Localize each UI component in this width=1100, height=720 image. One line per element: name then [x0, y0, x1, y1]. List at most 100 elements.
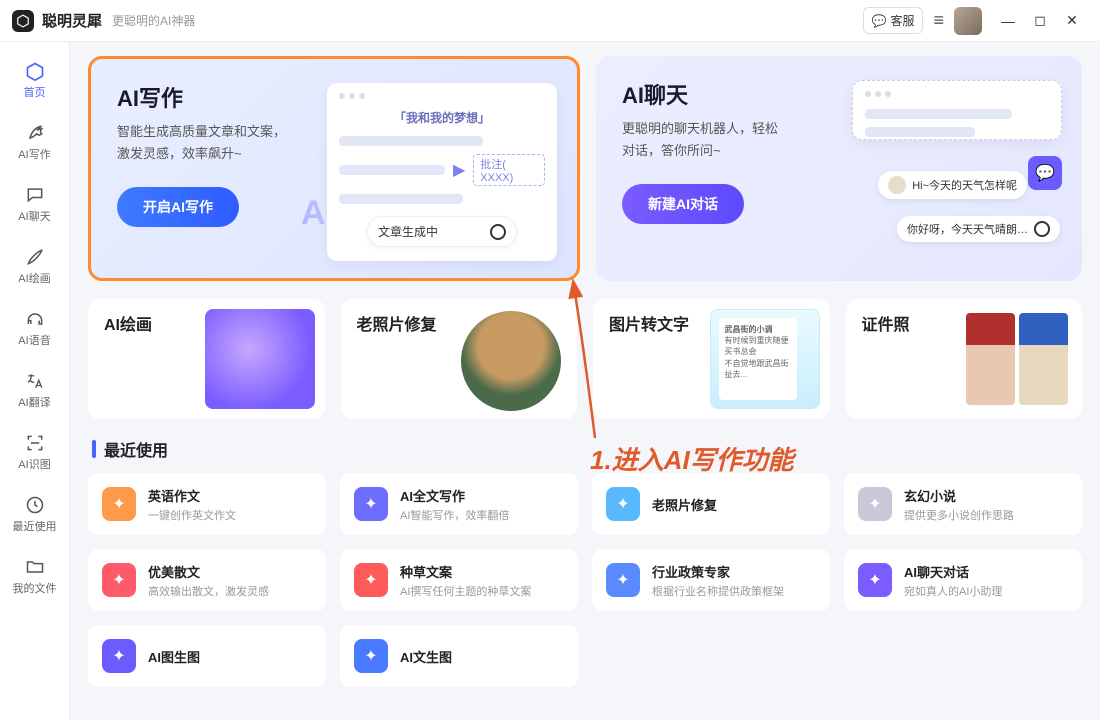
- bubble-text: Hi~今天的天气怎样呢: [912, 177, 1017, 193]
- clock-icon: [24, 494, 46, 516]
- tool-subtitle: AI智能写作，效率翻倍: [400, 507, 509, 523]
- preview-title: 「我和我的梦想」: [327, 107, 557, 132]
- sidebar-item-chat[interactable]: AI聊天: [8, 176, 62, 232]
- sidebar-item-label: AI绘画: [18, 270, 50, 286]
- tool-card[interactable]: ✦ 玄幻小说 提供更多小说创作思路: [844, 473, 1082, 535]
- scan-icon: [24, 432, 46, 454]
- chat-bubble: 你好呀，今天天气晴朗…: [897, 216, 1060, 242]
- tool-title: AI图生图: [148, 647, 200, 666]
- chat-icon: 💬: [1028, 156, 1062, 190]
- tool-subtitle: 一键创作英文作文: [148, 507, 236, 523]
- bubble-text: 你好呀，今天天气晴朗…: [907, 221, 1028, 237]
- feature-thumb: 武昌街的小调有时候到重庆随便买书总会不自觉地跟武昌街扯去...: [710, 309, 820, 409]
- gen-status-label: 文章生成中: [378, 223, 438, 240]
- tool-card[interactable]: ✦ 优美散文 高效输出散文，激发灵感: [88, 549, 326, 611]
- feature-card-photo-restore[interactable]: 老照片修复: [341, 299, 578, 419]
- tool-icon: ✦: [354, 563, 388, 597]
- feather-icon: [24, 122, 46, 144]
- sidebar-item-draw[interactable]: AI绘画: [8, 238, 62, 294]
- feature-thumb: [461, 311, 561, 411]
- support-label: 客服: [890, 12, 914, 29]
- app-tagline: 更聪明的AI神器: [112, 12, 195, 29]
- sidebar: 首页 AI写作 AI聊天 AI绘画 AI语音 AI翻译 AI识图 最近使用 我的…: [0, 42, 70, 720]
- tool-icon: ✦: [354, 487, 388, 521]
- brush-icon: [24, 246, 46, 268]
- section-heading-recent: 最近使用: [92, 437, 1082, 461]
- section-heading-label: 最近使用: [104, 437, 168, 461]
- tool-card[interactable]: ✦ AI文生图: [340, 625, 578, 687]
- feature-title: 老照片修复: [357, 311, 437, 335]
- tool-card[interactable]: ✦ 老照片修复: [592, 473, 830, 535]
- support-button[interactable]: 💬 客服: [863, 7, 924, 34]
- hero-desc: 更聪明的聊天机器人，轻松 对话，答你所问~: [622, 118, 812, 162]
- tool-subtitle: 根据行业名称提供政策框架: [652, 583, 784, 599]
- hero-desc-line: 智能生成高质量文章和文案，: [117, 124, 286, 139]
- headphone-icon: [24, 308, 46, 330]
- tool-title: AI聊天对话: [904, 562, 1002, 581]
- sidebar-item-label: AI识图: [18, 456, 50, 472]
- hero-desc-line: 对话，答你所问~: [622, 143, 721, 158]
- title-bar: 聪明灵犀 更聪明的AI神器 💬 客服 ≡ — ◻ ✕: [0, 0, 1100, 42]
- sidebar-item-files[interactable]: 我的文件: [8, 548, 62, 604]
- sidebar-item-translate[interactable]: AI翻译: [8, 362, 62, 418]
- hero-desc-line: 激发灵感，效率飙升~: [117, 146, 242, 161]
- tool-icon: ✦: [354, 639, 388, 673]
- tool-icon: ✦: [606, 487, 640, 521]
- tool-icon: ✦: [858, 563, 892, 597]
- folder-icon: [24, 556, 46, 578]
- tool-title: 优美散文: [148, 562, 269, 581]
- tool-title: 老照片修复: [652, 495, 717, 514]
- hero-card-ai-write[interactable]: AI写作 智能生成高质量文章和文案， 激发灵感，效率飙升~ 开启AI写作 AI …: [88, 56, 580, 281]
- chat-bubble-icon: [24, 184, 46, 206]
- tool-subtitle: AI撰写任何主题的种草文案: [400, 583, 531, 599]
- feature-card-ocr[interactable]: 图片转文字 武昌街的小调有时候到重庆随便买书总会不自觉地跟武昌街扯去...: [593, 299, 830, 419]
- tool-icon: ✦: [606, 563, 640, 597]
- hero-card-ai-chat[interactable]: AI聊天 更聪明的聊天机器人，轻松 对话，答你所问~ 新建AI对话 💬 Hi~今…: [596, 56, 1082, 281]
- tool-card[interactable]: ✦ AI聊天对话 宛如真人的AI小助理: [844, 549, 1082, 611]
- tool-icon: ✦: [102, 639, 136, 673]
- feature-thumb: [962, 309, 1072, 409]
- sidebar-item-home[interactable]: 首页: [8, 52, 62, 108]
- maximize-button[interactable]: ◻: [1024, 5, 1056, 37]
- sidebar-item-label: AI聊天: [18, 208, 50, 224]
- tool-icon: ✦: [102, 487, 136, 521]
- tool-card[interactable]: ✦ 英语作文 一键创作英文作文: [88, 473, 326, 535]
- start-ai-write-button[interactable]: 开启AI写作: [117, 187, 239, 227]
- sidebar-item-voice[interactable]: AI语音: [8, 300, 62, 356]
- feature-card-ai-draw[interactable]: AI绘画: [88, 299, 325, 419]
- hero-desc: 智能生成高质量文章和文案， 激发灵感，效率飙升~: [117, 121, 307, 165]
- feature-thumb: [205, 309, 315, 409]
- annotation-tag: 批注( XXXX): [473, 154, 545, 186]
- tool-title: 英语作文: [148, 486, 236, 505]
- feature-title: AI绘画: [104, 311, 152, 335]
- hero-desc-line: 更聪明的聊天机器人，轻松: [622, 121, 778, 136]
- tool-title: 行业政策专家: [652, 562, 784, 581]
- hex-icon: [1034, 221, 1050, 237]
- app-name: 聪明灵犀: [42, 10, 102, 31]
- sidebar-item-recent[interactable]: 最近使用: [8, 486, 62, 542]
- sidebar-item-label: 我的文件: [13, 580, 57, 596]
- generating-pill: 文章生成中: [367, 216, 517, 247]
- user-avatar[interactable]: [954, 7, 982, 35]
- feature-title: 图片转文字: [609, 311, 689, 335]
- menu-icon[interactable]: ≡: [933, 10, 944, 31]
- minimize-button[interactable]: —: [992, 5, 1024, 37]
- tool-card[interactable]: ✦ 种草文案 AI撰写任何主题的种草文案: [340, 549, 578, 611]
- sidebar-item-label: AI语音: [18, 332, 50, 348]
- tool-card[interactable]: ✦ AI全文写作 AI智能写作，效率翻倍: [340, 473, 578, 535]
- sidebar-item-ocr[interactable]: AI识图: [8, 424, 62, 480]
- home-icon: [24, 60, 46, 82]
- sidebar-item-write[interactable]: AI写作: [8, 114, 62, 170]
- sidebar-item-label: 首页: [24, 84, 46, 100]
- avatar-icon: [888, 176, 906, 194]
- ocr-paper-title: 武昌街的小调: [725, 325, 773, 334]
- tool-card[interactable]: ✦ AI图生图: [88, 625, 326, 687]
- feature-card-id-photo[interactable]: 证件照: [846, 299, 1083, 419]
- chat-bubble: Hi~今天的天气怎样呢: [878, 171, 1027, 199]
- tool-card[interactable]: ✦ 行业政策专家 根据行业名称提供政策框架: [592, 549, 830, 611]
- sidebar-item-label: AI写作: [18, 146, 50, 162]
- new-ai-chat-button[interactable]: 新建AI对话: [622, 184, 744, 224]
- translate-icon: [24, 370, 46, 392]
- close-button[interactable]: ✕: [1056, 5, 1088, 37]
- feature-title: 证件照: [862, 311, 910, 335]
